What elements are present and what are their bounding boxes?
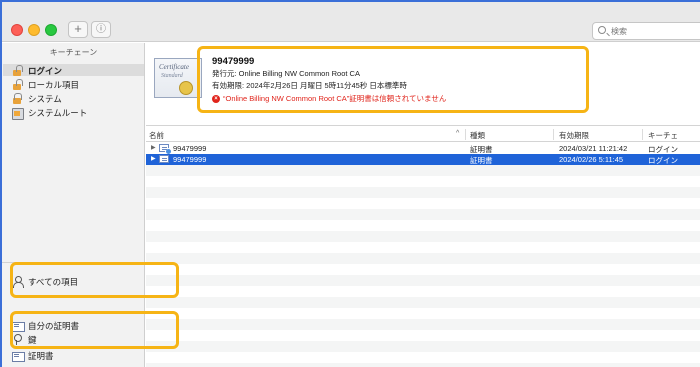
disclosure-triangle-icon[interactable]: ▶ — [151, 144, 156, 151]
empty-row — [146, 198, 700, 209]
certificate-thumbnail-icon: Certificate Standard — [154, 58, 202, 98]
certificate-icon — [159, 155, 169, 163]
search-input[interactable] — [611, 25, 699, 37]
minimize-window-button[interactable] — [28, 24, 40, 36]
sidebar-item-label: システム — [28, 93, 62, 104]
empty-row — [146, 286, 700, 297]
certificate-icon — [159, 144, 172, 155]
empty-row — [146, 242, 700, 253]
zoom-window-button[interactable] — [45, 24, 57, 36]
sidebar-item-system-roots[interactable]: システムルート — [12, 107, 88, 120]
disclosure-triangle-icon[interactable]: ▶ — [151, 155, 156, 162]
keychains-header: キーチェーン — [49, 48, 98, 57]
empty-row — [146, 253, 700, 264]
highlight-detail — [197, 46, 589, 113]
table-header: 名前 ^ 種類 有効期限 キーチェ — [146, 127, 700, 142]
thumbnail-title: Certificate — [159, 63, 189, 71]
empty-row — [146, 209, 700, 220]
empty-row — [146, 231, 700, 242]
cabinet-icon — [12, 107, 24, 120]
column-divider — [553, 129, 554, 140]
column-header-expires[interactable]: 有効期限 — [559, 130, 589, 141]
certificate-icon — [12, 350, 25, 362]
sidebar-item-label: ローカル項目 — [28, 79, 80, 90]
sidebar-item-login[interactable]: ログイン — [12, 65, 62, 76]
search-field[interactable] — [592, 22, 700, 40]
lock-icon — [12, 93, 23, 104]
table-row-selected[interactable]: ▶ 99479999 証明書 2024/02/26 5:11:45 ログイン — [146, 154, 700, 165]
row-expires: 2024/02/26 5:11:45 — [559, 155, 624, 164]
empty-row — [146, 308, 700, 319]
highlight-all-items — [10, 262, 179, 298]
empty-row — [146, 220, 700, 231]
empty-row — [146, 176, 700, 187]
empty-row — [146, 264, 700, 275]
column-header-name[interactable]: 名前 — [149, 130, 164, 141]
sidebar-item-local-items[interactable]: ローカル項目 — [12, 79, 79, 90]
add-item-button[interactable]: + — [68, 21, 88, 38]
empty-row — [146, 341, 700, 352]
empty-row — [146, 297, 700, 308]
lock-open-icon — [12, 65, 23, 76]
thumbnail-subtitle: Standard — [161, 73, 183, 79]
info-button[interactable]: ⓘ — [91, 21, 111, 38]
sidebar-item-label: ログイン — [28, 65, 63, 76]
keychain-access-window: + ⓘ キーチェーン ログイン ローカル項目 システム システムルート — [0, 0, 700, 367]
sort-ascending-icon[interactable]: ^ — [456, 130, 459, 137]
sidebar-item-label: システムルート — [28, 107, 88, 118]
table-row[interactable]: ▶ 99479999 証明書 2024/03/21 11:21:42 ログイン — [146, 143, 700, 155]
items-table: 名前 ^ 種類 有効期限 キーチェ ▶ 99479999 証明書 2024/03… — [146, 127, 700, 367]
empty-row — [146, 187, 700, 198]
seal-icon — [179, 81, 193, 95]
column-divider — [465, 129, 466, 140]
toolbar: + ⓘ — [2, 2, 700, 42]
column-divider — [642, 129, 643, 140]
empty-row — [146, 275, 700, 286]
sidebar-item-label: 証明書 — [28, 350, 54, 361]
empty-row — [146, 352, 700, 363]
close-window-button[interactable] — [11, 24, 23, 36]
empty-row — [146, 165, 700, 176]
sidebar-item-certificates[interactable]: 証明書 — [12, 350, 54, 362]
empty-row — [146, 319, 700, 330]
highlight-my-certificates — [10, 311, 179, 349]
row-name: 99479999 — [173, 155, 207, 164]
column-header-keychain[interactable]: キーチェ — [648, 130, 678, 141]
empty-row — [146, 363, 700, 367]
column-header-kind[interactable]: 種類 — [470, 130, 485, 141]
empty-row — [146, 330, 700, 341]
lock-open-icon — [12, 79, 23, 90]
row-name: 99479999 — [173, 144, 207, 153]
sidebar-item-system[interactable]: システム — [12, 93, 62, 104]
row-expires: 2024/03/21 11:21:42 — [559, 144, 628, 153]
search-icon — [598, 26, 606, 34]
